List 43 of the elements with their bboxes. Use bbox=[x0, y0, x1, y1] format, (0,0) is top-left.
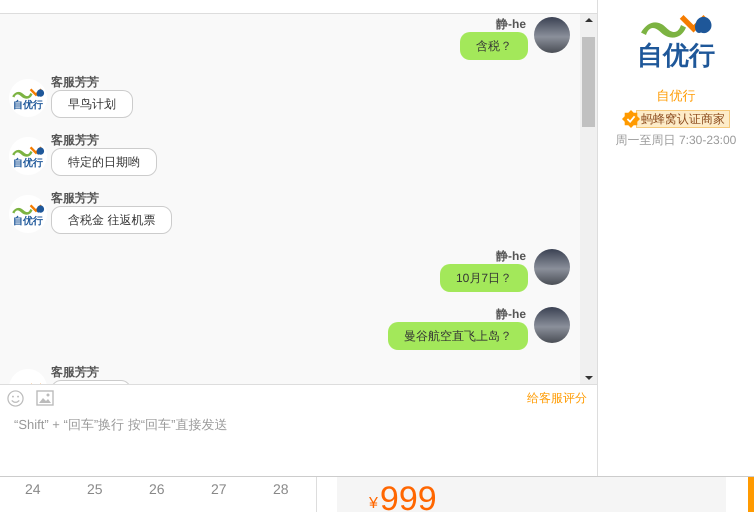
logo-icon bbox=[11, 202, 45, 216]
price-amount: 999 bbox=[380, 482, 437, 512]
calendar-day[interactable]: 27 bbox=[211, 479, 231, 512]
agent-avatar: 自优行 bbox=[9, 137, 47, 175]
sender-name: 客服芳芳 bbox=[51, 365, 99, 379]
logo-icon bbox=[11, 144, 45, 158]
agent-avatar: 自优行 bbox=[9, 195, 47, 233]
calendar-day[interactable]: 26 bbox=[149, 479, 169, 512]
certified-merchant-badge: 蚂蜂窝认证商家 bbox=[636, 110, 730, 128]
calendar-day[interactable]: 24 bbox=[25, 479, 45, 512]
scroll-thumb[interactable] bbox=[582, 36, 595, 126]
image-icon[interactable] bbox=[36, 390, 54, 406]
message-input[interactable]: “Shift” + “回车”换行 按“回车”直接发送 bbox=[7, 415, 590, 476]
agent-avatar: 自优行 bbox=[9, 79, 47, 117]
message-bubble: 曼谷航空直飞上岛？ bbox=[388, 322, 528, 350]
verified-badge-icon bbox=[622, 110, 640, 128]
calendar-day[interactable]: 28 bbox=[273, 479, 293, 512]
scrollbar[interactable] bbox=[580, 14, 597, 384]
sender-name: 客服芳芳 bbox=[51, 133, 99, 147]
sender-name: 静-he bbox=[496, 307, 527, 321]
sender-name: 客服芳芳 bbox=[51, 75, 99, 89]
message-bubble: 含税？ bbox=[460, 32, 528, 60]
sender-name: 静-he bbox=[496, 17, 527, 31]
service-hours: 周一至周日 7:30-23:00 bbox=[616, 132, 736, 148]
message-bubble: 10月7日？ bbox=[440, 264, 528, 292]
user-avatar bbox=[534, 249, 570, 285]
rate-service-link[interactable]: 给客服评分 bbox=[527, 389, 590, 407]
scroll-down-icon[interactable] bbox=[584, 376, 592, 380]
user-avatar bbox=[534, 17, 570, 53]
message-bubble: 含税金 往返机票 bbox=[51, 206, 172, 234]
message-bubble: 特定的日期哟 bbox=[51, 148, 157, 176]
logo-icon bbox=[11, 86, 45, 100]
sender-name: 静-he bbox=[496, 249, 527, 263]
merchant-logo: 自优行 bbox=[637, 10, 715, 70]
message-bubble: 早鸟计划 bbox=[51, 90, 133, 118]
scroll-up-icon[interactable] bbox=[584, 18, 592, 22]
sender-name: 客服芳芳 bbox=[51, 191, 99, 205]
merchant-name[interactable]: 自优行 bbox=[656, 86, 696, 106]
accent-bar bbox=[748, 477, 754, 512]
user-avatar bbox=[534, 307, 570, 343]
emoji-icon[interactable] bbox=[7, 390, 24, 406]
currency-symbol: ¥ bbox=[369, 494, 378, 512]
calendar-day[interactable]: 25 bbox=[87, 479, 107, 512]
